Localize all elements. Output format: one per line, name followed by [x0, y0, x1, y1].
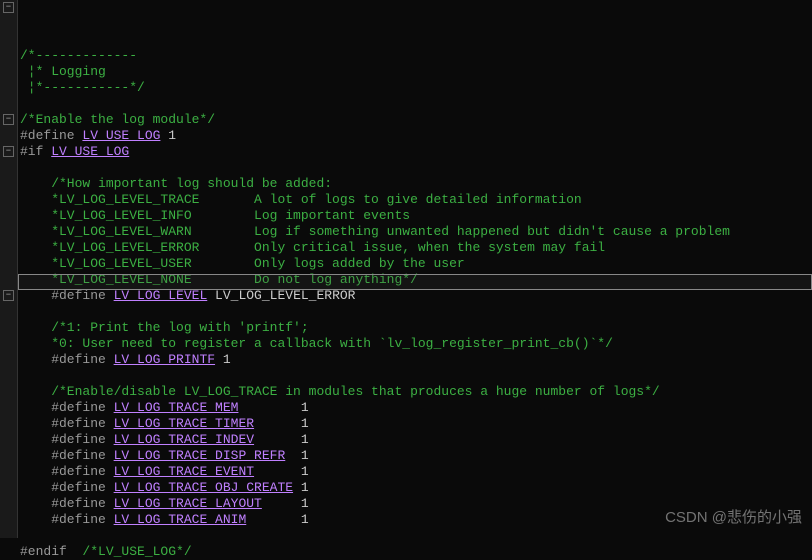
- code-line[interactable]: #define LV_USE_LOG 1: [20, 128, 812, 144]
- fold-toggle-icon[interactable]: −: [3, 146, 14, 157]
- code-line[interactable]: *LV_LOG_LEVEL_USER Only logs added by th…: [20, 256, 812, 272]
- macro-token: LV_LOG_TRACE_DISP_REFR: [114, 448, 286, 463]
- directive-token: #if: [20, 144, 51, 159]
- directive-token: #define: [20, 496, 114, 511]
- directive-token: #define: [20, 448, 114, 463]
- macro-token: LV_LOG_PRINTF: [114, 352, 215, 367]
- directive-token: #define: [20, 464, 114, 479]
- comment-token: *0: User need to register a callback wit…: [20, 336, 613, 351]
- value-token: 1: [293, 480, 309, 495]
- code-line[interactable]: #define LV_LOG_TRACE_ANIM 1: [20, 512, 812, 528]
- code-line[interactable]: /*Enable the log module*/: [20, 112, 812, 128]
- comment-token: /*Enable/disable LV_LOG_TRACE in modules…: [20, 384, 660, 399]
- code-line[interactable]: /*1: Print the log with 'printf';: [20, 320, 812, 336]
- code-line[interactable]: *0: User need to register a callback wit…: [20, 336, 812, 352]
- directive-token: #define: [20, 416, 114, 431]
- code-line[interactable]: ¦* Logging: [20, 64, 812, 80]
- comment-token: *LV_LOG_LEVEL_WARN Log if something unwa…: [20, 224, 730, 239]
- code-line[interactable]: #define LV_LOG_TRACE_EVENT 1: [20, 464, 812, 480]
- fold-toggle-icon[interactable]: −: [3, 290, 14, 301]
- fold-toggle-icon[interactable]: −: [3, 2, 14, 13]
- code-line[interactable]: *LV_LOG_LEVEL_ERROR Only critical issue,…: [20, 240, 812, 256]
- directive-token: #define: [20, 128, 82, 143]
- value-token: 1: [254, 416, 309, 431]
- code-area[interactable]: /*------------- ¦* Logging ¦*-----------…: [18, 0, 812, 538]
- code-line[interactable]: #define LV_LOG_PRINTF 1: [20, 352, 812, 368]
- value-token: 1: [262, 496, 309, 511]
- code-line[interactable]: ¦*-----------*/: [20, 80, 812, 96]
- value-token: 1: [254, 464, 309, 479]
- comment-token: *LV_LOG_LEVEL_INFO Log important events: [20, 208, 410, 223]
- comment-token: /*LV_USE_LOG*/: [82, 544, 191, 559]
- macro-token: LV_LOG_TRACE_LAYOUT: [114, 496, 262, 511]
- code-line[interactable]: #define LV_LOG_LEVEL LV_LOG_LEVEL_ERROR: [20, 288, 812, 304]
- code-line[interactable]: #define LV_LOG_TRACE_OBJ_CREATE 1: [20, 480, 812, 496]
- code-line[interactable]: #define LV_LOG_TRACE_TIMER 1: [20, 416, 812, 432]
- comment-token: *LV_LOG_LEVEL_NONE Do not log anything*/: [20, 272, 418, 287]
- code-line[interactable]: [20, 368, 812, 384]
- code-line[interactable]: /*Enable/disable LV_LOG_TRACE in modules…: [20, 384, 812, 400]
- comment-token: *LV_LOG_LEVEL_TRACE A lot of logs to giv…: [20, 192, 582, 207]
- value-token: 1: [285, 448, 308, 463]
- code-editor[interactable]: − − − − /*------------- ¦* Logging ¦*------…: [0, 0, 812, 538]
- code-line[interactable]: *LV_LOG_LEVEL_NONE Do not log anything*/: [20, 272, 812, 288]
- code-line[interactable]: /*-------------: [20, 48, 812, 64]
- directive-token: #define: [20, 512, 114, 527]
- directive-token: #define: [20, 288, 114, 303]
- code-line[interactable]: #define LV_LOG_TRACE_INDEV 1: [20, 432, 812, 448]
- code-line[interactable]: [20, 304, 812, 320]
- macro-token: LV_LOG_TRACE_ANIM: [114, 512, 247, 527]
- code-line[interactable]: [20, 160, 812, 176]
- value-token: 1: [160, 128, 176, 143]
- value-token: LV_LOG_LEVEL_ERROR: [207, 288, 355, 303]
- macro-token: LV_LOG_LEVEL: [114, 288, 208, 303]
- directive-token: #define: [20, 432, 114, 447]
- comment-token: /*-------------: [20, 48, 137, 63]
- value-token: 1: [246, 512, 308, 527]
- value-token: 1: [254, 432, 309, 447]
- code-line[interactable]: /*How important log should be added:: [20, 176, 812, 192]
- code-line[interactable]: [20, 528, 812, 544]
- macro-token: LV_USE_LOG: [82, 128, 160, 143]
- code-line[interactable]: #define LV_LOG_TRACE_DISP_REFR 1: [20, 448, 812, 464]
- comment-token: *LV_LOG_LEVEL_ERROR Only critical issue,…: [20, 240, 605, 255]
- directive-token: #define: [20, 480, 114, 495]
- comment-token: *LV_LOG_LEVEL_USER Only logs added by th…: [20, 256, 465, 271]
- code-line[interactable]: #define LV_LOG_TRACE_LAYOUT 1: [20, 496, 812, 512]
- comment-token: ¦*-----------*/: [20, 80, 145, 95]
- macro-token: LV_USE_LOG: [51, 144, 129, 159]
- code-line[interactable]: #define LV_LOG_TRACE_MEM 1: [20, 400, 812, 416]
- macro-token: LV_LOG_TRACE_MEM: [114, 400, 239, 415]
- code-line[interactable]: #endif /*LV_USE_LOG*/: [20, 544, 812, 560]
- code-line[interactable]: *LV_LOG_LEVEL_INFO Log important events: [20, 208, 812, 224]
- comment-token: /*1: Print the log with 'printf';: [20, 320, 309, 335]
- directive-token: #define: [20, 400, 114, 415]
- value-token: 1: [238, 400, 308, 415]
- directive-token: #endif: [20, 544, 82, 559]
- value-token: 1: [215, 352, 231, 367]
- code-line[interactable]: #if LV_USE_LOG: [20, 144, 812, 160]
- code-line[interactable]: *LV_LOG_LEVEL_TRACE A lot of logs to giv…: [20, 192, 812, 208]
- directive-token: #define: [20, 352, 114, 367]
- macro-token: LV_LOG_TRACE_EVENT: [114, 464, 254, 479]
- macro-token: LV_LOG_TRACE_TIMER: [114, 416, 254, 431]
- macro-token: LV_LOG_TRACE_INDEV: [114, 432, 254, 447]
- comment-token: /*How important log should be added:: [20, 176, 332, 191]
- macro-token: LV_LOG_TRACE_OBJ_CREATE: [114, 480, 293, 495]
- comment-token: ¦* Logging: [20, 64, 106, 79]
- comment-token: /*Enable the log module*/: [20, 112, 215, 127]
- code-line[interactable]: *LV_LOG_LEVEL_WARN Log if something unwa…: [20, 224, 812, 240]
- code-line[interactable]: [20, 96, 812, 112]
- fold-toggle-icon[interactable]: −: [3, 114, 14, 125]
- fold-gutter: − − − −: [0, 0, 18, 538]
